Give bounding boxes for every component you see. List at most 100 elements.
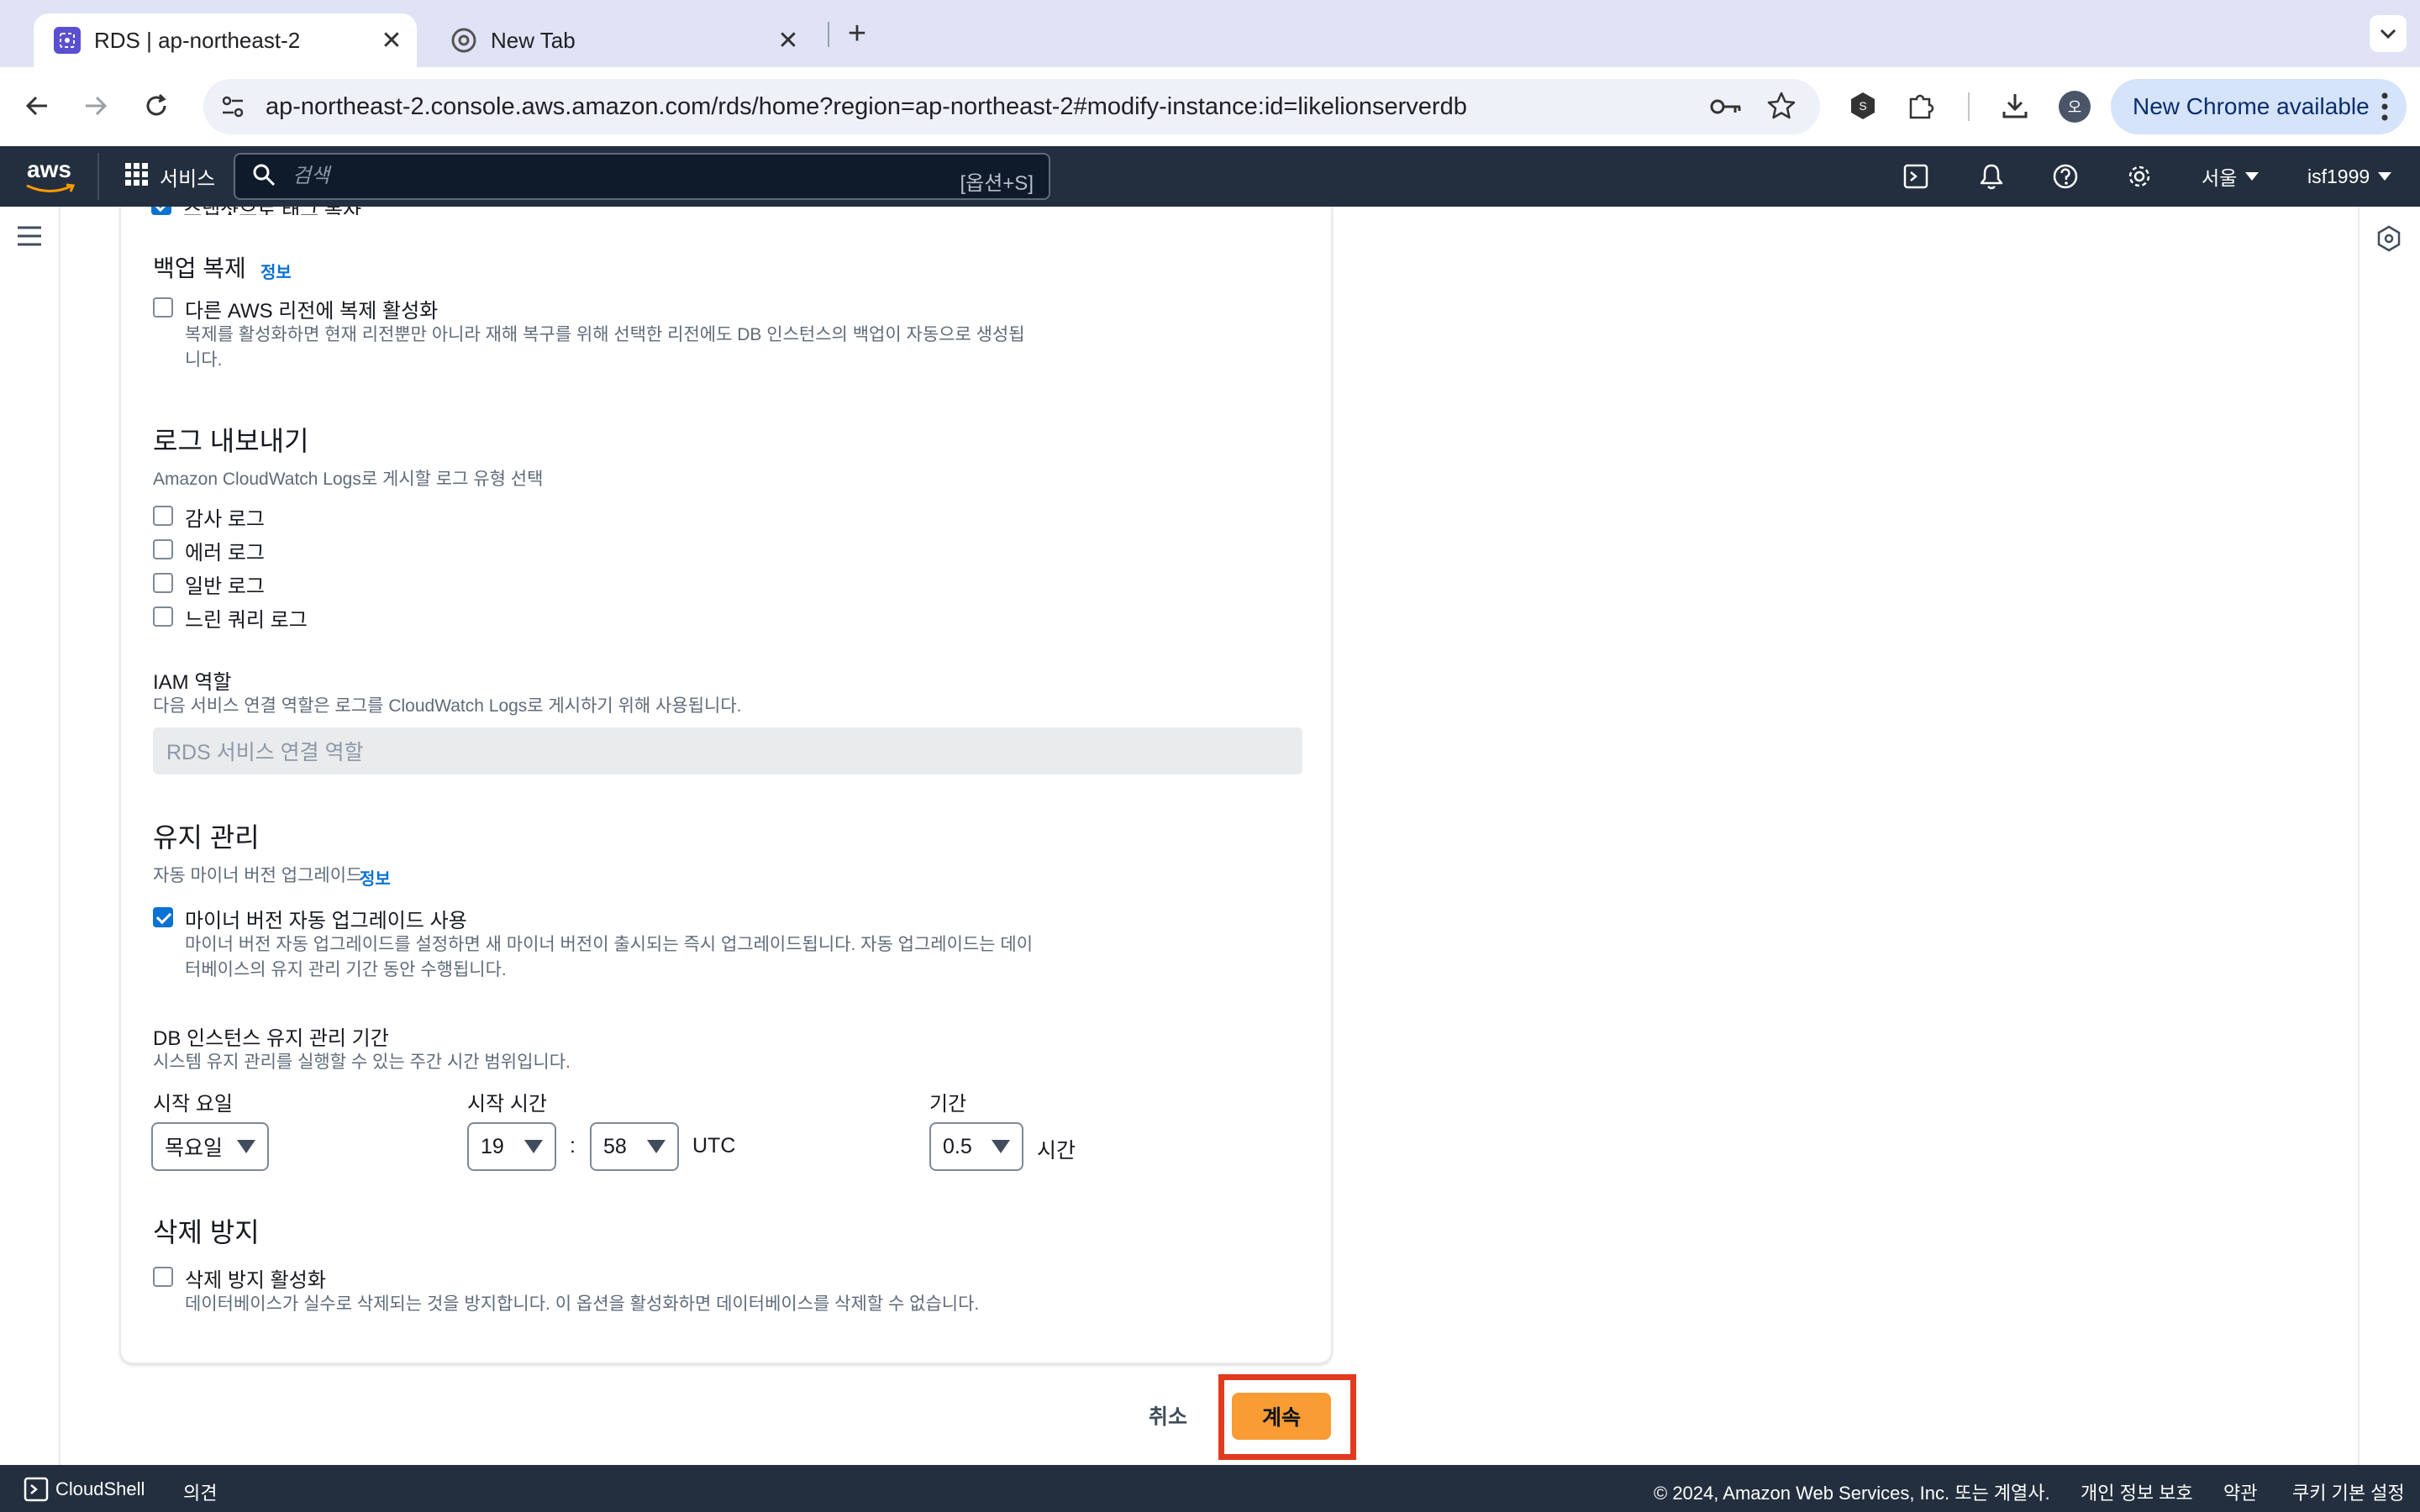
notifications-bell-icon[interactable] [1973, 158, 2010, 195]
services-menu-button[interactable]: 서비스 [124, 156, 215, 197]
header-divider [97, 153, 99, 200]
console-footer: CloudShell 의견 © 2024, Amazon Web Service… [0, 1465, 2420, 1512]
start-day-select[interactable]: 목요일 [151, 1122, 269, 1171]
profile-avatar[interactable]: 오 [2059, 91, 2091, 123]
aws-logo[interactable]: aws [24, 155, 77, 197]
reload-icon[interactable] [134, 84, 178, 128]
maintenance-window-title: DB 인스턴스 유지 관리 기간 [153, 1027, 389, 1050]
toolbar-divider [1968, 92, 1970, 121]
aws-logo-text: aws [27, 156, 71, 182]
auto-minor-upgrade-checkbox-label: 마이너 버전 자동 업그레이드 사용 [185, 910, 467, 932]
region-caret-icon [2245, 172, 2260, 181]
search-icon [252, 163, 276, 191]
svg-text:S: S [1859, 99, 1866, 113]
cancel-button[interactable]: 취소 [1143, 1396, 1193, 1435]
audit-log-checkbox[interactable] [153, 506, 173, 526]
deletion-protection-desc: 데이터베이스가 실수로 삭제되는 것을 방지합니다. 이 옵션을 활성화하면 데… [185, 1294, 980, 1314]
duration-caret-icon [992, 1140, 1010, 1153]
left-nav-rail [0, 207, 60, 1465]
browser-tab-rds[interactable]: RDS | ap-northeast-2 ✕ [34, 13, 417, 67]
copyright-text: © 2024, Amazon Web Services, Inc. 또는 계열사… [1654, 1483, 2050, 1504]
iam-role-field: RDS 서비스 연결 역할 [153, 727, 1302, 774]
log-export-desc: Amazon CloudWatch Logs로 게시할 로그 유형 선택 [153, 470, 544, 489]
tools-panel-icon[interactable] [2376, 225, 2402, 256]
start-hour-select[interactable]: 19 [467, 1122, 556, 1171]
services-label: 서비스 [160, 167, 216, 191]
start-hour-caret-icon [524, 1140, 543, 1153]
start-minute-value: 58 [603, 1134, 627, 1158]
cloudshell-icon[interactable] [1897, 158, 1934, 195]
help-icon[interactable] [2047, 158, 2084, 195]
region-selector[interactable]: 서울 [2202, 163, 2260, 190]
console-search-box[interactable]: [옵션+S] [234, 153, 1050, 200]
maintenance-title: 유지 관리 [153, 822, 260, 853]
deletion-protection-title: 삭제 방지 [153, 1217, 260, 1247]
continue-button[interactable]: 계속 [1232, 1393, 1331, 1440]
browser-toolbar: ap-northeast-2.console.aws.amazon.com/rd… [0, 67, 2420, 146]
right-tools-rail [2358, 207, 2420, 1465]
downloads-icon[interactable] [2000, 91, 2030, 125]
tab-close-icon[interactable]: ✕ [376, 25, 407, 55]
iam-role-desc: 다음 서비스 연결 역할은 로그를 CloudWatch Logs로 게시하기 … [153, 696, 742, 716]
new-tab-button[interactable]: + [840, 15, 874, 52]
timezone-label: UTC [692, 1134, 736, 1158]
clipped-top-row: 스냅샷으로 태그 복사 [151, 207, 739, 215]
browser-tab-strip: RDS | ap-northeast-2 ✕ New Tab ✕ + [0, 0, 2420, 67]
cross-region-replication-label: 다른 AWS 리전에 복제 활성화 [185, 300, 439, 323]
bookmark-star-icon[interactable] [1766, 91, 1797, 125]
account-menu[interactable]: isf1999 [2307, 163, 2392, 190]
address-bar[interactable]: ap-northeast-2.console.aws.amazon.com/rd… [203, 79, 1820, 134]
aws-console-header: aws 서비스 [옵션+S] 서울 isf1999 [0, 146, 2420, 207]
new-chrome-available-button[interactable]: New Chrome available [2111, 79, 2407, 134]
browser-tab-newtab[interactable]: New Tab ✕ [430, 13, 813, 67]
forward-arrow-icon[interactable] [74, 84, 118, 128]
duration-select[interactable]: 0.5 [929, 1122, 1023, 1171]
hamburger-menu-icon[interactable] [17, 225, 42, 251]
privacy-footer-link[interactable]: 개인 정보 보호 [2081, 1478, 2193, 1505]
region-label: 서울 [2202, 167, 2238, 189]
maintenance-window-desc: 시스템 유지 관리를 실행할 수 있는 주간 시간 범위입니다. [153, 1053, 571, 1072]
time-separator: : [570, 1134, 576, 1158]
copy-tags-to-snapshot-label: 스냅샷으로 태그 복사 [183, 207, 361, 215]
auto-minor-upgrade-label: 자동 마이너 버전 업그레이드 [153, 866, 363, 885]
tab-close-icon[interactable]: ✕ [773, 25, 803, 55]
log-export-title: 로그 내보내기 [153, 426, 309, 456]
extensions-puzzle-icon[interactable] [1906, 91, 1936, 125]
account-label: isf1999 [2307, 165, 2370, 187]
settings-gear-icon[interactable] [2121, 158, 2158, 195]
chrome-favicon-icon [450, 27, 477, 54]
error-log-label: 에러 로그 [185, 542, 265, 564]
tab-search-chevron-icon[interactable] [2370, 15, 2407, 52]
tab-title: New Tab [491, 27, 576, 53]
search-shortcut-hint: [옵션+S] [960, 172, 1034, 195]
back-arrow-icon[interactable] [15, 84, 59, 128]
extension-hex-icon[interactable]: S [1849, 91, 1877, 125]
cross-region-replication-checkbox[interactable] [153, 297, 173, 318]
general-log-checkbox[interactable] [153, 573, 173, 593]
backup-replication-title: 백업 복제 [153, 255, 246, 281]
start-minute-select[interactable]: 58 [590, 1122, 679, 1171]
cloudshell-footer-link[interactable]: CloudShell [55, 1478, 145, 1500]
terms-footer-link[interactable]: 약관 [2223, 1478, 2257, 1505]
auto-minor-upgrade-checkbox[interactable] [153, 907, 173, 927]
backup-replication-info-link[interactable]: 정보 [260, 259, 292, 283]
start-time-label: 시작 시간 [467, 1093, 547, 1116]
error-log-checkbox[interactable] [153, 539, 173, 559]
slow-query-log-checkbox[interactable] [153, 606, 173, 627]
feedback-footer-link[interactable]: 의견 [183, 1478, 217, 1505]
auto-minor-upgrade-desc: 마이너 버전 자동 업그레이드를 설정하면 새 마이너 버전이 출시되는 즉시 … [185, 935, 1034, 954]
audit-log-label: 감사 로그 [185, 508, 265, 531]
maintenance-info-link[interactable]: 정보 [360, 865, 391, 890]
password-key-icon[interactable] [1709, 93, 1743, 124]
cross-region-replication-desc-cont: 니다. [185, 350, 223, 370]
cookie-preferences-footer-link[interactable]: 쿠키 기본 설정 [2292, 1478, 2405, 1505]
site-info-icon[interactable] [220, 94, 245, 123]
cloudshell-footer-icon[interactable] [24, 1477, 49, 1507]
copy-tags-to-snapshot-checkbox[interactable] [151, 207, 171, 215]
slow-query-log-label: 느린 쿼리 로그 [185, 609, 308, 632]
deletion-protection-checkbox[interactable] [153, 1267, 173, 1287]
search-input[interactable] [291, 164, 929, 189]
cross-region-replication-desc: 복제를 활성화하면 현재 리전뿐만 아니라 재해 복구를 위해 선택한 리전에도… [185, 325, 1025, 344]
duration-unit: 시간 [1037, 1139, 1076, 1163]
iam-role-value: RDS 서비스 연결 역할 [166, 741, 364, 764]
